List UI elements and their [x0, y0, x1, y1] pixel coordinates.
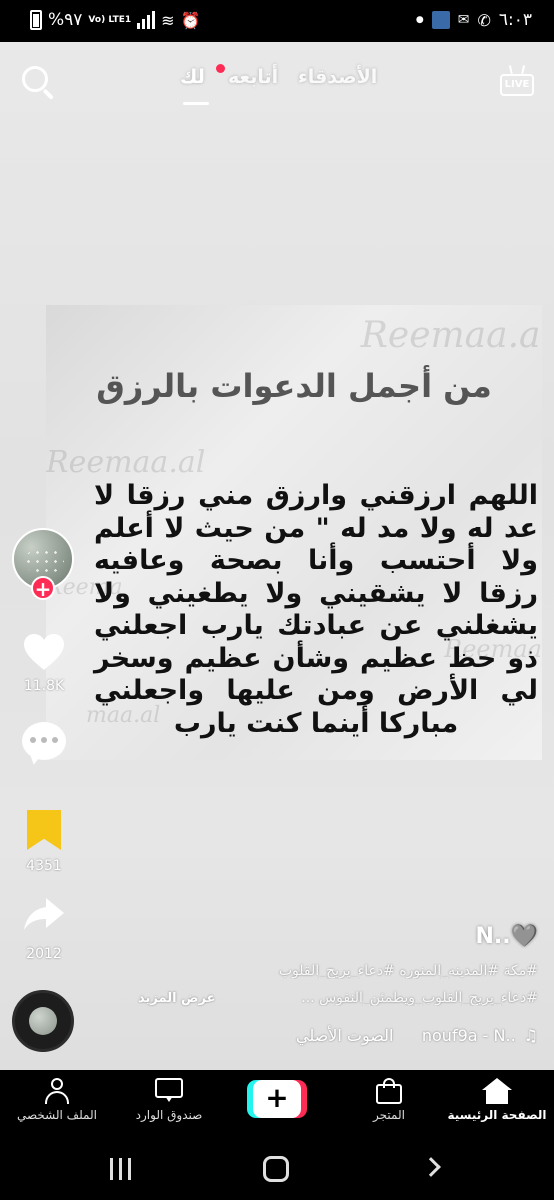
like-count: 11.8K [23, 678, 65, 694]
share-count: 2012 [26, 946, 62, 962]
battery-percent: %٩٧ [48, 10, 83, 30]
nav-inbox[interactable]: صندوق الوارد [114, 1078, 224, 1122]
clock: ٦:٠٣ [498, 10, 532, 30]
watermark-icon: Reemaa.al [46, 445, 206, 480]
bookmark-button[interactable]: 4351 [8, 810, 80, 874]
video-title: من أجمل الدعوات بالرزق [96, 367, 492, 405]
comment-icon [22, 722, 66, 760]
top-nav: لك أتابعه الأصدقاء LIVE [0, 58, 554, 118]
profile-icon [44, 1078, 70, 1104]
like-button[interactable]: 11.8K [8, 632, 80, 694]
nav-profile[interactable]: الملف الشخصي [2, 1078, 112, 1122]
music-row[interactable]: nouf9a - N.. ♫ [422, 1026, 538, 1045]
nav-home[interactable]: الصفحة الرئيسية [442, 1078, 552, 1122]
app-notification-icon [431, 11, 450, 29]
whatsapp-icon: ✆ [477, 10, 491, 30]
active-tab-indicator [183, 102, 209, 105]
alarm-icon: ⏰ [180, 10, 201, 30]
music-user: nouf9a - N.. [421, 1026, 516, 1045]
recent-apps-icon[interactable] [110, 1158, 131, 1180]
create-button[interactable]: + [247, 1080, 307, 1120]
tab-following[interactable]: أتابعه [228, 66, 278, 88]
status-right: ● ✉ ✆ ٦:٠٣ [416, 10, 532, 30]
wifi-icon: ≋ [161, 10, 175, 30]
nav-profile-label: الملف الشخصي [17, 1108, 97, 1122]
back-icon[interactable] [421, 1157, 441, 1177]
plus-icon: + [253, 1080, 301, 1118]
bottom-nav: الصفحة الرئيسية المتجر + صندوق الوارد ال… [0, 1070, 554, 1140]
status-bar: %٩٧ Vo) LTE1 ≋ ⏰ ● ✉ ✆ ٦:٠٣ [0, 0, 554, 42]
comment-button[interactable] [8, 722, 80, 760]
shopping-bag-icon [376, 1078, 402, 1104]
tab-for-you[interactable]: لك [180, 66, 205, 88]
battery-icon [30, 10, 42, 30]
nav-shop[interactable]: المتجر [334, 1078, 444, 1122]
notification-dot-icon: ● [415, 15, 424, 25]
inbox-icon [155, 1078, 183, 1104]
music-note-icon: ♫ [523, 1026, 538, 1045]
mail-notification-icon: ✉ [457, 12, 470, 28]
system-home-icon[interactable] [263, 1156, 289, 1182]
heart-icon [24, 634, 64, 670]
music-disc-icon[interactable] [12, 990, 74, 1052]
hashtags-line-1[interactable]: #مكة #المدينه_المنوره #دعاء_يريح_القلوب [248, 963, 538, 979]
lte-indicator: Vo) LTE1 [88, 14, 132, 25]
share-button[interactable]: 2012 [8, 894, 80, 962]
nav-inbox-label: صندوق الوارد [135, 1108, 203, 1122]
following-notification-dot [216, 64, 225, 73]
share-icon [24, 898, 64, 930]
search-icon[interactable] [22, 66, 54, 100]
bookmark-count: 4351 [26, 858, 62, 874]
system-nav-bar [0, 1140, 554, 1200]
hashtags-line-2[interactable]: #دعاء_يريح_القلوب_ويطمئن_النفوس ... [248, 990, 538, 1006]
live-icon[interactable]: LIVE [500, 65, 534, 98]
tiktok-feed-screen: %٩٧ Vo) LTE1 ≋ ⏰ ● ✉ ✆ ٦:٠٣ لك أتابعه ال… [0, 0, 554, 1200]
nav-shop-label: المتجر [373, 1108, 405, 1122]
bookmark-icon [27, 810, 61, 850]
signal-icon [137, 11, 156, 29]
follow-plus-icon[interactable]: + [31, 576, 55, 600]
author-name[interactable]: N..🩶 [475, 924, 538, 949]
video-frame[interactable]: Reemaa.al Reemaa.al Reemaa maa.al Reema … [46, 305, 542, 760]
original-sound-label[interactable]: الصوت الأصلي [296, 1026, 393, 1045]
watermark: Reemaa.al [360, 315, 542, 356]
tab-friends[interactable]: الأصدقاء [298, 66, 377, 88]
video-body-text: اللهم ارزقني وارزق مني رزقا لا عد له ولا… [94, 480, 538, 739]
nav-home-label: الصفحة الرئيسية [447, 1108, 547, 1122]
home-icon [482, 1078, 512, 1104]
status-left: %٩٧ Vo) LTE1 ≋ ⏰ [30, 10, 200, 30]
see-more-link[interactable]: عرض المزيد [138, 991, 216, 1006]
